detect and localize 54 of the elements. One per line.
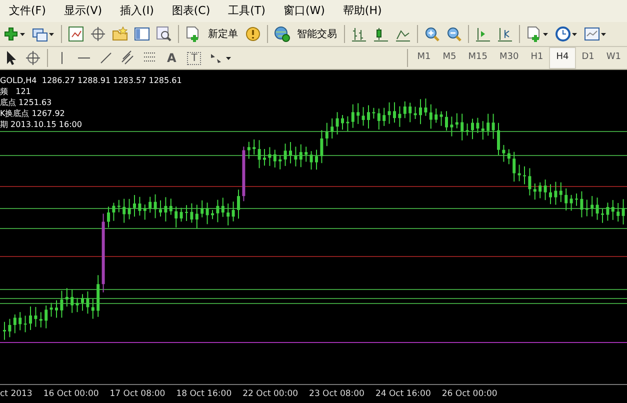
timeframe-tab[interactable]: H1	[524, 48, 550, 68]
info-line: K换底点 1267.92	[0, 108, 66, 119]
info-line: 频 121	[0, 86, 32, 97]
zoom-out-icon[interactable]	[446, 26, 462, 42]
menu-item[interactable]: 图表(C)	[162, 0, 220, 22]
chart-shift-icon[interactable]	[475, 26, 491, 42]
axis-label: 16 Oct 00:00	[43, 388, 99, 400]
timeframe-tab[interactable]: D1	[576, 48, 600, 68]
trend-line-icon[interactable]	[98, 50, 114, 66]
axis-label: 24 Oct 16:00	[375, 388, 431, 400]
parallel-lines-icon[interactable]	[120, 50, 136, 66]
text-tool-button[interactable]: A	[161, 51, 182, 65]
globe-icon[interactable]	[274, 26, 290, 42]
star-folder-icon[interactable]	[112, 26, 128, 42]
timeframe-tab[interactable]: M1	[411, 48, 437, 68]
candlestick-icon[interactable]	[373, 26, 389, 42]
axis-label: 18 Oct 16:00	[176, 388, 232, 400]
bar-chart-icon[interactable]	[351, 26, 367, 42]
menu-item[interactable]: 窗口(W)	[274, 0, 334, 22]
chart-header: GOLD,H4 1286.27 1288.91 1283.57 1285.61	[0, 75, 182, 86]
axis-label: ct 2013	[0, 388, 32, 400]
menu-item[interactable]: 帮助(H)	[334, 0, 391, 22]
new-order-button[interactable]: 新定单	[204, 26, 242, 42]
document-plus-icon[interactable]	[526, 26, 542, 42]
magnifier-icon[interactable]	[156, 26, 172, 42]
crosshair-icon[interactable]	[90, 26, 106, 42]
timeframe-tab[interactable]: M5	[436, 48, 462, 68]
info-icon[interactable]	[245, 26, 261, 42]
crosshair-icon[interactable]	[25, 50, 41, 66]
info-line: 底点 1251.63	[0, 97, 53, 108]
menu-item[interactable]: 文件(F)	[0, 0, 55, 22]
panel-icon[interactable]	[134, 26, 150, 42]
document-plus-icon[interactable]	[185, 26, 201, 42]
expert-advisors-button[interactable]: 智能交易	[293, 26, 341, 42]
timeframe-tab[interactable]: M15	[462, 48, 494, 68]
menu-item[interactable]: 工具(T)	[219, 0, 274, 22]
axis-label: 22 Oct 00:00	[242, 388, 298, 400]
chart-icon[interactable]	[68, 26, 84, 42]
windows-icon[interactable]	[32, 26, 48, 42]
menu-item[interactable]: 显示(V)	[54, 0, 112, 22]
plus-icon[interactable]	[3, 26, 19, 42]
timeframe-tab[interactable]: H4	[549, 47, 576, 69]
auto-scroll-icon[interactable]	[497, 26, 513, 42]
label-tool-button[interactable]: T	[187, 52, 202, 64]
info-line: 期 2013.10.15 16:00	[0, 119, 83, 130]
axis-label: 17 Oct 08:00	[110, 388, 166, 400]
timeframe-tab[interactable]: W1	[600, 48, 627, 68]
template-icon[interactable]	[584, 26, 600, 42]
axis-label: 23 Oct 08:00	[309, 388, 364, 400]
timeframe-tab[interactable]: M30	[494, 48, 525, 68]
clock-icon[interactable]	[555, 26, 571, 42]
axis-label: 26 Oct 00:00	[442, 388, 498, 400]
menu-item[interactable]: 插入(I)	[111, 0, 163, 22]
zoom-in-icon[interactable]	[424, 26, 440, 42]
